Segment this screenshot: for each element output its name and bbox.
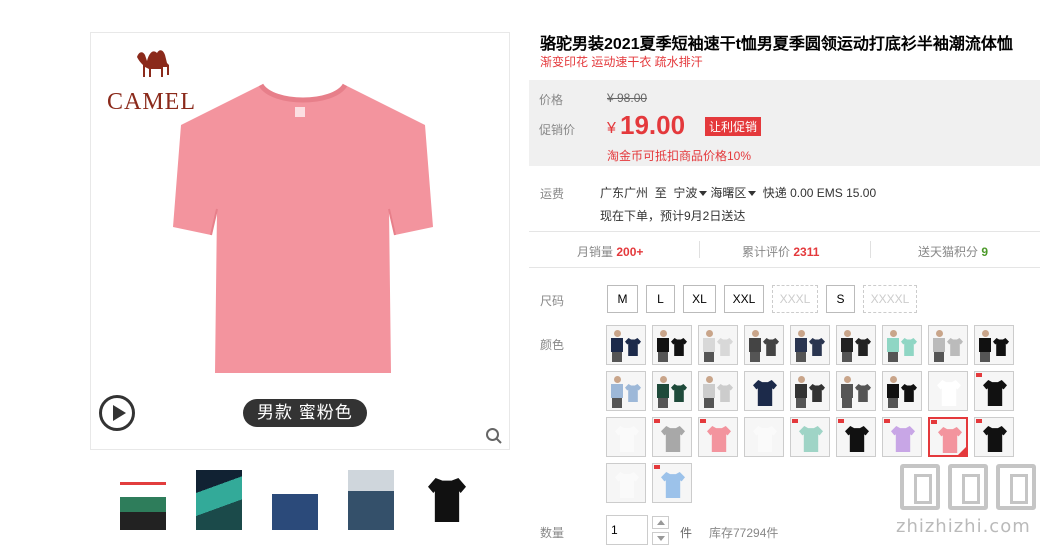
delivery-estimate: 现在下单，预计9月2日送达 [600, 209, 746, 223]
shipping-info: 广东广州 至 宁波 海曙区 快递 0.00 EMS 15.00 [600, 184, 876, 201]
thumbnail[interactable] [348, 470, 394, 530]
color-swatch[interactable] [606, 463, 646, 503]
color-swatch[interactable] [836, 417, 876, 457]
color-swatch[interactable] [928, 325, 968, 365]
product-subtitle: 渐变印花 运动速干衣 疏水排汗 [540, 55, 703, 69]
color-swatch[interactable] [606, 325, 646, 365]
color-swatch[interactable] [698, 417, 738, 457]
chevron-down-icon [699, 191, 708, 196]
shipping-fees: 快递 0.00 EMS 15.00 [762, 186, 877, 200]
currency-symbol: ¥ [607, 120, 616, 137]
color-swatch[interactable] [974, 371, 1014, 411]
zoom-icon[interactable] [485, 427, 503, 445]
color-swatch[interactable] [836, 325, 876, 365]
size-option-xl[interactable]: XL [683, 285, 716, 313]
color-swatch[interactable] [652, 325, 692, 365]
color-swatch[interactable] [606, 417, 646, 457]
product-title: 骆驼男装2021夏季短袖速干t恤男夏季圆领运动打底衫半袖潮流体恤 [540, 36, 1013, 53]
size-option-xxl[interactable]: XXL [724, 285, 764, 313]
watermark-logo [900, 464, 1036, 510]
color-swatch[interactable] [744, 325, 784, 365]
color-swatch[interactable] [652, 371, 692, 411]
color-swatch[interactable] [790, 371, 830, 411]
monthly-sales: 月销量 200+ [577, 245, 644, 259]
watermark-text: zhizhizhi.com [896, 516, 1031, 537]
coin-discount-note[interactable]: 淘金币可抵扣商品价格10% [607, 147, 751, 164]
promo-price-label: 促销价 [539, 123, 576, 137]
ship-to-word: 至 [654, 186, 667, 200]
color-label: 颜色 [540, 338, 565, 352]
color-swatch[interactable] [698, 325, 738, 365]
color-swatch-selected[interactable] [928, 417, 968, 457]
size-label: 尺码 [540, 294, 565, 308]
color-swatch[interactable] [652, 417, 692, 457]
promo-price: 19.00 [620, 110, 686, 140]
original-price-label: 价格 [539, 93, 564, 107]
color-swatch[interactable] [928, 371, 968, 411]
color-swatch[interactable] [606, 371, 646, 411]
color-swatch[interactable] [790, 417, 830, 457]
thumbnail[interactable] [424, 470, 470, 530]
main-product-image[interactable]: CAMEL 男款 蜜粉色 [90, 32, 510, 450]
size-option-xxxl[interactable]: XXXL [772, 285, 818, 313]
color-swatch[interactable] [744, 371, 784, 411]
tmall-points: 送天猫积分 9 [918, 245, 989, 259]
ship-from: 广东广州 [600, 186, 649, 200]
color-swatch[interactable] [652, 463, 692, 503]
thumbnail[interactable] [272, 470, 318, 530]
color-swatch[interactable] [836, 371, 876, 411]
size-option-s[interactable]: S [826, 285, 855, 313]
size-option-m[interactable]: M [607, 285, 638, 313]
quantity-increase-button[interactable] [652, 516, 669, 529]
color-swatch[interactable] [974, 325, 1014, 365]
color-swatch[interactable] [790, 325, 830, 365]
review-count[interactable]: 累计评价 2311 [742, 243, 819, 260]
ship-district-select[interactable]: 海曙区 [710, 186, 759, 200]
promo-tag: 让利促销 [705, 117, 762, 136]
watermark: zhizhizhi.com [896, 464, 1042, 542]
variant-caption: 男款 蜜粉色 [243, 399, 367, 427]
shipping-label: 运费 [540, 187, 565, 201]
stats-bar: 月销量 200+ 累计评价 2311 送天猫积分 9 [529, 231, 1040, 268]
quantity-decrease-button[interactable] [652, 532, 669, 545]
stock-count: 库存77294件 [709, 526, 779, 540]
thumbnail[interactable] [120, 470, 166, 530]
thumbnail[interactable] [196, 470, 242, 530]
thumbnail-strip [120, 470, 470, 530]
quantity-unit: 件 [680, 526, 693, 540]
tshirt-image [173, 83, 433, 373]
quantity-label: 数量 [540, 526, 565, 540]
quantity-input[interactable] [606, 515, 648, 545]
color-swatch[interactable] [744, 417, 784, 457]
size-option-xxxxl[interactable]: XXXXL [863, 285, 917, 313]
price-panel: 价格 ¥ 98.00 促销价 ¥ 19.00 让利促销 淘金币可抵扣商品价格10… [529, 80, 1040, 166]
size-option-l[interactable]: L [646, 285, 675, 313]
color-swatch[interactable] [974, 417, 1014, 457]
play-video-icon[interactable] [99, 395, 135, 431]
color-swatch[interactable] [882, 417, 922, 457]
color-swatch[interactable] [698, 371, 738, 411]
divider [870, 241, 871, 258]
color-swatch[interactable] [882, 371, 922, 411]
divider [699, 241, 700, 258]
size-options: M L XL XXL XXXL S XXXXL [607, 285, 917, 313]
chevron-down-icon [748, 191, 757, 196]
ship-city-select[interactable]: 宁波 [673, 186, 710, 200]
color-swatch[interactable] [882, 325, 922, 365]
original-price: ¥ 98.00 [607, 91, 648, 105]
